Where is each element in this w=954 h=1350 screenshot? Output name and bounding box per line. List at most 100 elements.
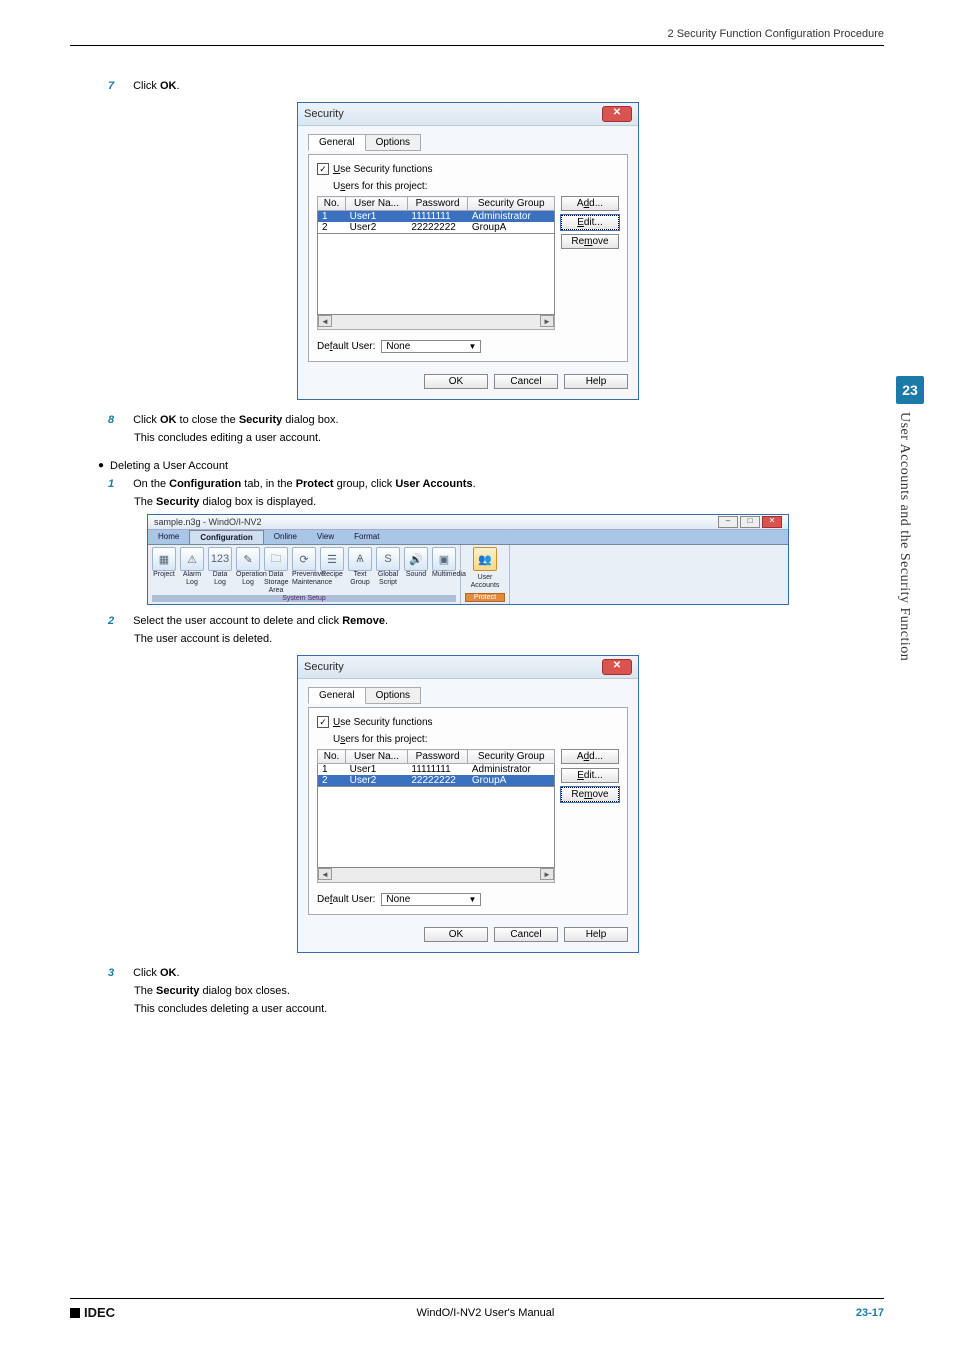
col-user[interactable]: User Na... — [346, 750, 408, 764]
default-user-label: Default User: — [317, 894, 375, 905]
col-group[interactable]: Security Group — [468, 197, 555, 211]
close-icon[interactable]: ✕ — [602, 106, 632, 122]
col-pass[interactable]: Password — [407, 750, 468, 764]
tab-online[interactable]: Online — [264, 530, 307, 544]
checkbox-icon: ✓ — [317, 163, 329, 175]
remove-button[interactable]: Remove — [561, 787, 619, 802]
text-group-icon[interactable]: Ѧ — [348, 547, 372, 571]
cancel-button[interactable]: Cancel — [494, 927, 558, 942]
close-icon[interactable]: ✕ — [602, 659, 632, 675]
txt: dialog box. — [282, 414, 338, 426]
data-storage-icon[interactable]: 🗀 — [264, 547, 288, 571]
group-system-setup: System Setup — [152, 595, 456, 602]
h-scrollbar[interactable]: ◄ ► — [317, 868, 555, 883]
col-pass[interactable]: Password — [407, 197, 468, 211]
use-security-label: Use Security functions — [333, 717, 433, 728]
help-button[interactable]: Help — [564, 927, 628, 942]
running-header: 2 Security Function Configuration Proced… — [668, 28, 884, 40]
ok-button[interactable]: OK — [424, 374, 488, 389]
txt: The — [134, 496, 156, 508]
del1-text: On the Configuration tab, in the Protect… — [133, 478, 476, 490]
add-button[interactable]: Add... — [561, 196, 619, 211]
txt: On the — [133, 478, 169, 490]
cancel-button[interactable]: Cancel — [494, 374, 558, 389]
tab-options[interactable]: Options — [365, 687, 421, 704]
preventive-icon[interactable]: ⟳ — [292, 547, 316, 571]
dialog-title: Security — [304, 661, 344, 673]
table-row[interactable]: 2 User2 22222222 GroupA — [318, 222, 555, 234]
lb: User Accounts — [465, 574, 505, 590]
data-log-icon[interactable]: 123 — [208, 547, 232, 571]
tab-general[interactable]: General — [308, 687, 366, 704]
txt: Security — [239, 414, 282, 426]
global-script-icon[interactable]: S — [376, 547, 400, 571]
cell: User2 — [346, 222, 408, 234]
col-no[interactable]: No. — [318, 750, 346, 764]
page-number: 23-17 — [856, 1307, 884, 1319]
lb: Multimedia — [432, 571, 456, 595]
minimize-icon[interactable]: – — [718, 516, 738, 528]
tab-general[interactable]: General — [308, 134, 366, 151]
window-title: sample.n3g - WindO/I-NV2 — [154, 517, 262, 527]
tab-view[interactable]: View — [307, 530, 344, 544]
cell: User1 — [346, 211, 408, 223]
multimedia-icon[interactable]: ▣ — [432, 547, 456, 571]
footer-logo: IDEC — [70, 1305, 115, 1320]
edit-button[interactable]: Edit... — [561, 768, 619, 783]
footer: IDEC WindO/I-NV2 User's Manual 23-17 — [70, 1298, 884, 1320]
user-accounts-icon[interactable]: 👥 — [473, 547, 497, 571]
default-user-select[interactable]: None ▼ — [381, 340, 481, 353]
table-empty-area — [317, 787, 555, 868]
use-security-checkbox[interactable]: ✓ Use Security functions — [317, 716, 619, 728]
recipe-icon[interactable]: ☰ — [320, 547, 344, 571]
sound-icon[interactable]: 🔊 — [404, 547, 428, 571]
txt: dialog box is displayed. — [199, 496, 316, 508]
help-button[interactable]: Help — [564, 374, 628, 389]
close-icon[interactable]: ✕ — [762, 516, 782, 528]
edit-button[interactable]: Edit... — [561, 215, 619, 230]
remove-button[interactable]: Remove — [561, 234, 619, 249]
txt: Security — [156, 496, 199, 508]
txt: Protect — [296, 478, 334, 490]
chevron-left-icon[interactable]: ◄ — [318, 868, 332, 880]
txt: Select the user account to delete and cl… — [133, 615, 342, 627]
chevron-right-icon[interactable]: ► — [540, 315, 554, 327]
users-table[interactable]: No. User Na... Password Security Group 1… — [317, 749, 555, 787]
tab-configuration[interactable]: Configuration — [189, 530, 263, 544]
project-icon[interactable]: ▦ — [152, 547, 176, 571]
cell: 22222222 — [407, 222, 468, 234]
users-label: Users for this project: — [333, 181, 619, 192]
txt: Click — [133, 967, 160, 979]
default-user-select[interactable]: None ▼ — [381, 893, 481, 906]
group-protect: Protect — [465, 593, 505, 602]
lb: Project — [152, 571, 176, 595]
table-row[interactable]: 1 User1 11111111 Administrator — [318, 211, 555, 223]
col-group[interactable]: Security Group — [468, 750, 555, 764]
txt: Security — [156, 985, 199, 997]
chevron-right-icon[interactable]: ► — [540, 868, 554, 880]
tab-home[interactable]: Home — [148, 530, 189, 544]
tab-options[interactable]: Options — [365, 134, 421, 151]
maximize-icon[interactable]: □ — [740, 516, 760, 528]
txt: group, click — [334, 478, 396, 490]
operation-log-icon[interactable]: ✎ — [236, 547, 260, 571]
delete-heading: Deleting a User Account — [98, 460, 828, 472]
chevron-left-icon[interactable]: ◄ — [318, 315, 332, 327]
alarm-log-icon[interactable]: ⚠ — [180, 547, 204, 571]
txt: to close the — [176, 414, 238, 426]
use-security-checkbox[interactable]: ✓ Use Security functions — [317, 163, 619, 175]
chevron-down-icon: ▼ — [468, 342, 476, 351]
security-dialog-edit: Security ✕ General Options ✓ Use Securit… — [297, 102, 639, 400]
col-no[interactable]: No. — [318, 197, 346, 211]
h-scrollbar[interactable]: ◄ ► — [317, 315, 555, 330]
ok-button[interactable]: OK — [424, 927, 488, 942]
table-row[interactable]: 1 User1 11111111 Administrator — [318, 764, 555, 776]
tab-format[interactable]: Format — [344, 530, 389, 544]
add-button[interactable]: Add... — [561, 749, 619, 764]
table-row[interactable]: 2 User2 22222222 GroupA — [318, 775, 555, 787]
chapter-tab: 23 User Accounts and the Security Functi… — [896, 376, 924, 956]
col-user[interactable]: User Na... — [346, 197, 408, 211]
dialog-titlebar: Security ✕ — [298, 656, 638, 679]
default-user-value: None — [386, 341, 410, 352]
users-table[interactable]: No. User Na... Password Security Group 1… — [317, 196, 555, 234]
